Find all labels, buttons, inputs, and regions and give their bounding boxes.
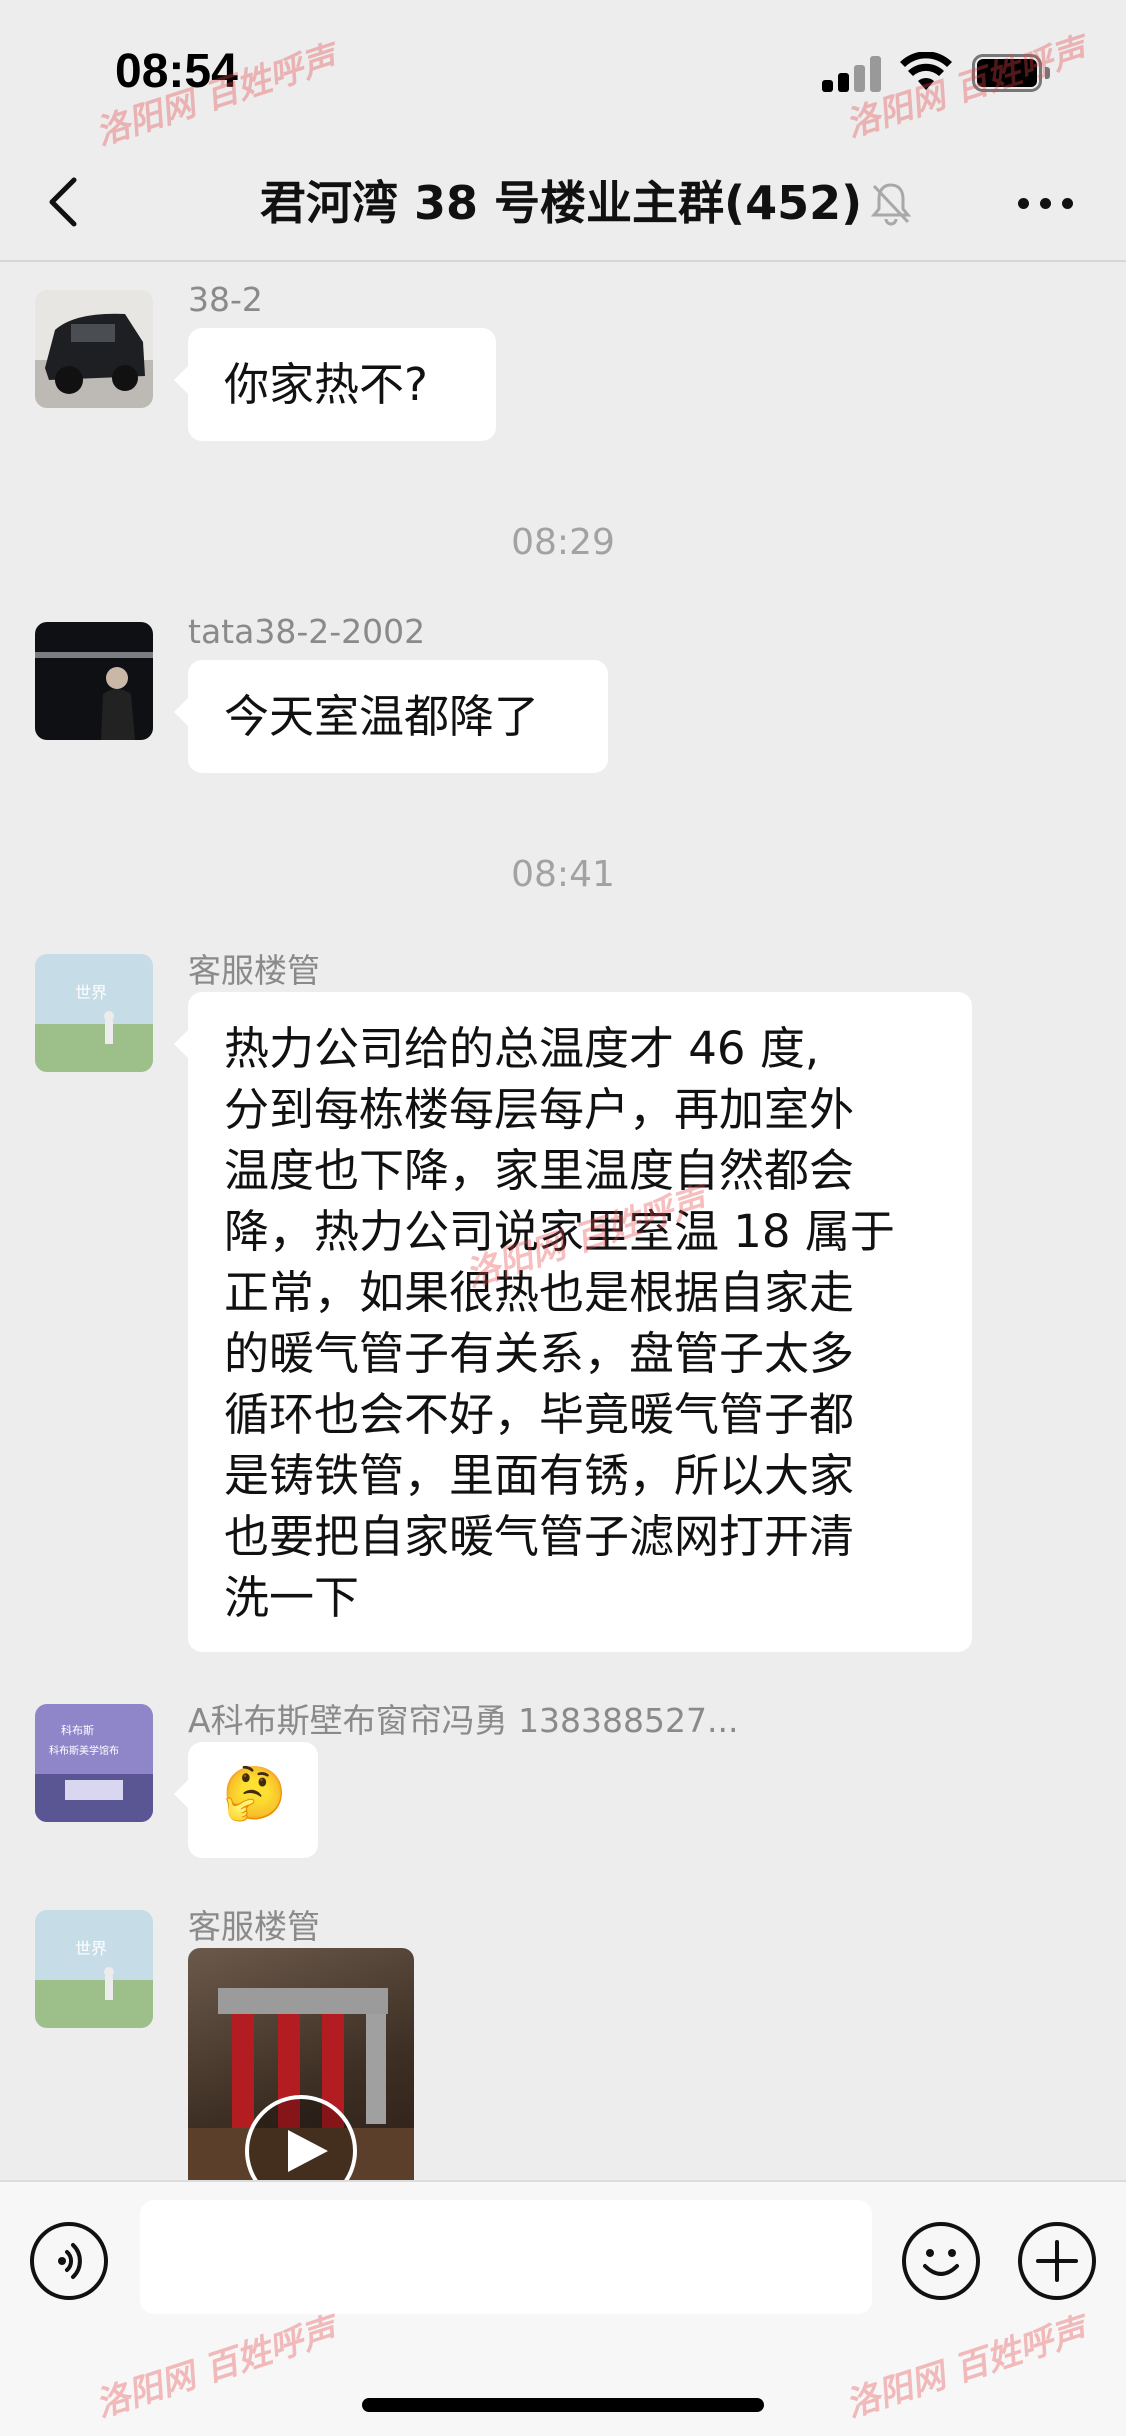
sender-name: A科布斯壁布窗帘冯勇 138388527... — [188, 1701, 739, 1740]
message-text: 你家热不? — [224, 358, 428, 411]
emoji-icon[interactable] — [902, 2222, 980, 2300]
video-message[interactable] — [188, 1948, 414, 2180]
home-indicator — [362, 2398, 764, 2412]
message-line: 也要把自家暖气管子滤网打开清 — [224, 1510, 855, 1563]
voice-icon[interactable] — [30, 2222, 108, 2300]
timestamp: 08:29 — [511, 522, 615, 563]
message-bubble[interactable]: 热力公司给的总温度才 46 度, 分到每栋楼每层每户，再加室外 温度也下降，家里… — [174, 992, 972, 1652]
avatar[interactable]: 科布斯 科布斯美学馆布 — [35, 1704, 153, 1822]
message-line: 是铸铁管，里面有锈，所以大家 — [224, 1449, 855, 1502]
mute-bell-icon — [870, 183, 912, 226]
back-icon[interactable] — [40, 172, 90, 232]
plus-icon[interactable] — [1018, 2222, 1096, 2300]
message-input[interactable] — [140, 2200, 872, 2314]
thinking-emoji: 🤔 — [222, 1764, 287, 1824]
sender-name: tata38-2-2002 — [188, 612, 426, 651]
avatar[interactable]: 世界 — [35, 954, 153, 1072]
avatar[interactable] — [35, 290, 153, 408]
more-options-icon[interactable] — [1010, 188, 1080, 218]
chat-title[interactable]: 君河湾 38 号楼业主群(452) — [200, 168, 900, 238]
chat-header: 君河湾 38 号楼业主群(452) — [0, 150, 1126, 262]
play-icon[interactable] — [244, 2094, 358, 2180]
timestamp: 08:41 — [511, 854, 615, 895]
avatar-text: 世界 — [75, 1939, 107, 1958]
sender-name: 客服楼管 — [188, 951, 320, 990]
message-text: 今天室温都降了 — [224, 690, 540, 743]
message-line: 正常，如果很热也是根据自家走 — [224, 1266, 855, 1319]
avatar[interactable] — [35, 622, 153, 740]
message-line: 循环也会不好，毕竟暖气管子都 — [224, 1388, 855, 1441]
message-line: 的暖气管子有关系，盘管子太多 — [224, 1327, 855, 1380]
avatar[interactable]: 世界 — [35, 1910, 153, 2028]
message-line: 洗一下 — [224, 1571, 360, 1624]
avatar-text: 世界 — [75, 983, 107, 1002]
sender-name: 38-2 — [188, 280, 263, 319]
message-line: 热力公司给的总温度才 46 度, — [224, 1022, 820, 1075]
message-bubble[interactable]: 今天室温都降了 — [174, 660, 608, 773]
message-line: 温度也下降，家里温度自然都会 — [224, 1144, 855, 1197]
avatar-text: 科布斯美学馆布 — [49, 1744, 119, 1757]
sender-name: 客服楼管 — [188, 1907, 320, 1946]
message-bubble[interactable]: 你家热不? — [174, 328, 496, 441]
message-line: 分到每栋楼每层每户，再加室外 — [224, 1083, 855, 1136]
message-bubble[interactable]: 🤔 — [174, 1742, 318, 1858]
cellular-signal-icon — [822, 56, 882, 92]
avatar-text: 科布斯 — [61, 1723, 94, 1737]
